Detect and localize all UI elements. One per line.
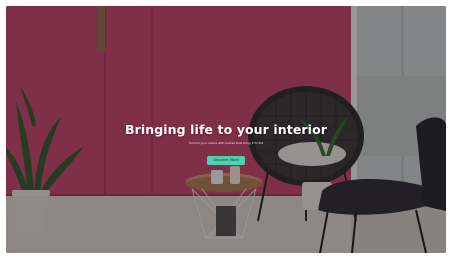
hero-frame: Bringing life to your interior Furnish y…	[6, 6, 446, 253]
hero-content: Bringing life to your interior Furnish y…	[6, 122, 446, 165]
discover-more-button[interactable]: Discover More	[207, 156, 245, 165]
hero-title: Bringing life to your interior	[124, 122, 328, 137]
hero-subtitle: Furnish your space with pieces that brin…	[188, 141, 264, 145]
